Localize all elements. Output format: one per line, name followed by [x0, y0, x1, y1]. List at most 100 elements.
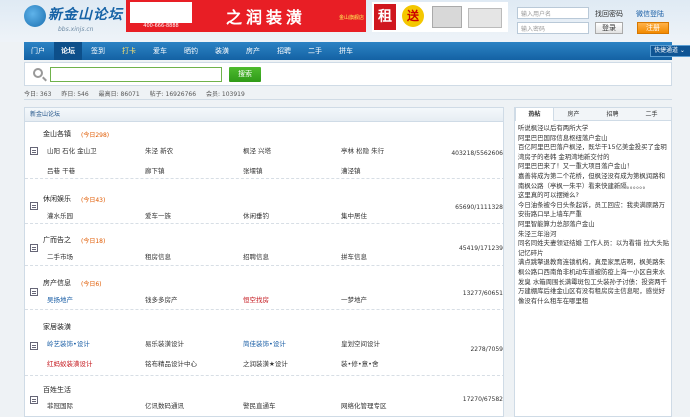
forgot-password-link[interactable]: 找回密码 [595, 9, 623, 19]
sub-board-link[interactable]: 装•修•意•舍 [341, 358, 379, 368]
wechat-login-link[interactable]: 微信登陆 [636, 9, 664, 19]
banner-ad-image: 400-666-8888 [130, 2, 192, 30]
sub-board-link[interactable]: 枫泾 兴塔 [243, 145, 271, 155]
board-icon [30, 244, 38, 252]
nav-item-fishing[interactable]: 晒钓 [177, 42, 205, 60]
board-today-count: (今日298) [81, 132, 110, 139]
board-title[interactable]: 休闲娱乐 [43, 194, 71, 204]
hot-topic-item[interactable]: 满点跳擎退教育连锁机构，真是家黑店啊，枫美路朱枫公路口西南角非机动车道被防疫上海… [518, 258, 670, 306]
hot-topic-item[interactable]: 这里真的可以摆摊么? [518, 191, 670, 201]
board-row: 广而告之 (今日18) 二手市场 租房信息 招聘信息 拼车信息 45419/17… [25, 226, 503, 266]
board-icon [30, 342, 38, 350]
hot-topic-item[interactable]: 百亿阿里巴巴落户枫泾，既华干15亿美金投买了金玥湾房子的老韩 金玥湾地新交付的 [518, 143, 670, 162]
board-icon [30, 202, 38, 210]
sub-board-link[interactable]: 铭布精品设计中心 [145, 358, 197, 368]
hot-topic-item[interactable]: 阿里智能算力总部落户金山 [518, 220, 670, 230]
sub-board-link[interactable]: 二手市场 [47, 251, 73, 261]
sub-board-link[interactable]: 朱泾 新农 [145, 145, 173, 155]
hot-topic-item[interactable]: 朱泾三年治河 [518, 230, 670, 240]
hot-topic-item[interactable]: 阿里巴巴国际信息枢纽落户金山 [518, 134, 670, 144]
rental-ad[interactable]: 租 送 [372, 2, 508, 32]
board-post-count: 45419/171239 [458, 245, 503, 252]
search-icon [33, 68, 43, 78]
sub-board-link[interactable]: 一梦地产 [341, 294, 367, 304]
hot-topic-item[interactable]: 同名同姓夫妻领证结婚 工作人员：以为看错 拉大头贴 [518, 239, 670, 249]
printer-image-icon [432, 6, 462, 28]
hot-topic-list: 听说枫泾以后有两所大学 阿里巴巴国际信息枢纽落户金山 百亿阿里巴巴落户枫泾，既华… [518, 124, 670, 306]
nav-item-jobs[interactable]: 招聘 [270, 42, 298, 60]
banner-title: 之润装潢 [225, 8, 306, 27]
tab-realestate[interactable]: 房产 [554, 108, 593, 121]
nav-item-secondhand[interactable]: 二手 [301, 42, 329, 60]
nav-item-realestate[interactable]: 房产 [239, 42, 267, 60]
username-input[interactable]: 输入用户名 [517, 7, 589, 19]
board-title[interactable]: 金山各镇 [43, 129, 71, 139]
sub-board-link[interactable]: 钱多多房产 [145, 294, 178, 304]
hot-topics-panel: 热帖 房产 招聘 二手 听说枫泾以后有两所大学 阿里巴巴国际信息枢纽落户金山 百… [514, 107, 672, 417]
nav-item-portal[interactable]: 门户 [24, 42, 52, 60]
sub-board-link[interactable]: 亿讯数码通讯 [145, 400, 184, 410]
hot-topic-item[interactable]: 今日油条被今日头条起诉，员工回应：我卖满原路万安街路口早上墙车严重 [518, 201, 670, 220]
forum-section-title: 新金山论坛 [25, 108, 503, 122]
sub-board-link[interactable]: 网络化管理专区 [341, 400, 387, 410]
sub-board-link[interactable]: 恒空找房 [243, 294, 269, 304]
sub-board-link[interactable]: 亭林 松隐 朱行 [341, 145, 384, 155]
divider [24, 99, 672, 100]
sub-board-link[interactable]: 皇划空间设计 [341, 338, 380, 348]
board-post-count: 65690/1111328 [455, 204, 503, 211]
board-post-count: 17270/67582 [462, 396, 503, 403]
stat-max: 最高日: 86071 [98, 91, 140, 98]
nav-item-checkin[interactable]: 签到 [84, 42, 112, 60]
board-title[interactable]: 家居装潢 [43, 322, 71, 332]
sub-board-link[interactable]: 招聘信息 [243, 251, 269, 261]
board-title[interactable]: 广而告之 [43, 235, 71, 245]
hot-topic-item[interactable]: 阿里巴巴来了！又一重大项目落户金山！ [518, 162, 670, 172]
nav-item-carpool[interactable]: 拼车 [332, 42, 360, 60]
hot-topic-item[interactable]: 记忆碎片 [518, 249, 670, 259]
search-input[interactable] [50, 67, 222, 82]
nav-item-decoration[interactable]: 装潢 [208, 42, 236, 60]
board-title[interactable]: 房产信息 [43, 278, 71, 288]
hot-topic-item[interactable]: 嘉善将成为第二个花桥，但枫泾没有成为第枫润路和南枫公路（亭枫一朱平）看来快建新隔… [518, 172, 670, 191]
nav-item-punch[interactable]: 打卡 [115, 42, 143, 60]
sub-board-link[interactable]: 菲冠国际 [47, 400, 73, 410]
sub-board-link[interactable]: 廊下镇 [145, 165, 165, 175]
site-logo[interactable]: 新金山论坛 bbs.xinjs.cn [24, 3, 124, 37]
sub-board-link[interactable]: 警民直通车 [243, 400, 276, 410]
sub-board-link[interactable]: 漕泾镇 [341, 165, 361, 175]
board-post-count: 2278/7059 [470, 346, 503, 353]
sub-board-link[interactable]: 岭艺装饰•设计 [47, 338, 90, 348]
sub-board-link[interactable]: 张堰镇 [243, 165, 263, 175]
forum-board-list: 新金山论坛 金山各镇 (今日298) 山阳 石化 金山卫 朱泾 新农 枫泾 兴塔… [24, 107, 504, 417]
rental-ad-logo: 送 [402, 5, 424, 27]
quick-access-dropdown[interactable]: 快捷通道 ⌄ [650, 45, 690, 57]
sub-board-link[interactable]: 吴扬地产 [47, 294, 73, 304]
tab-jobs[interactable]: 招聘 [593, 108, 632, 121]
sub-board-link[interactable]: 休闲垂钓 [243, 210, 269, 220]
tab-hot[interactable]: 热帖 [515, 108, 554, 121]
sub-board-link[interactable]: 爱车一族 [145, 210, 171, 220]
search-bar: 搜索 [24, 62, 672, 86]
hot-topic-item[interactable]: 听说枫泾以后有两所大学 [518, 124, 670, 134]
nav-item-car[interactable]: 爱车 [146, 42, 174, 60]
sub-board-link[interactable]: 简佳装饰•设计 [243, 338, 286, 348]
banner-ad[interactable]: 400-666-8888 之润装潢 金山旗舰店 [126, 0, 366, 32]
sub-board-link[interactable]: 易乐装潢设计 [145, 338, 184, 348]
sub-board-link[interactable]: 灌水乐园 [47, 210, 73, 220]
tab-secondhand[interactable]: 二手 [632, 108, 671, 121]
password-input[interactable]: 输入密码 [517, 22, 589, 34]
sub-board-link[interactable]: 山阳 石化 金山卫 [47, 145, 97, 155]
sub-board-link[interactable]: 集中居住 [341, 210, 367, 220]
sub-board-link[interactable]: 之润装潢★设计 [243, 358, 288, 368]
sub-board-link[interactable]: 吕巷 干巷 [47, 165, 75, 175]
sub-board-link[interactable]: 租房信息 [145, 251, 171, 261]
login-button[interactable]: 登录 [595, 22, 623, 34]
register-button[interactable]: 注册 [637, 22, 669, 34]
search-button[interactable]: 搜索 [229, 67, 261, 82]
board-title[interactable]: 百姓生活 [43, 385, 71, 395]
sub-board-link[interactable]: 红蚂蚁装潢设计 [47, 358, 93, 368]
nav-item-forum[interactable]: 论坛 [54, 42, 82, 60]
board-row: 休闲娱乐 (今日43) 灌水乐园 爱车一族 休闲垂钓 集中居住 65690/11… [25, 182, 503, 224]
sub-board-link[interactable]: 拼车信息 [341, 251, 367, 261]
banner-tag: 金山旗舰店 [338, 15, 364, 21]
